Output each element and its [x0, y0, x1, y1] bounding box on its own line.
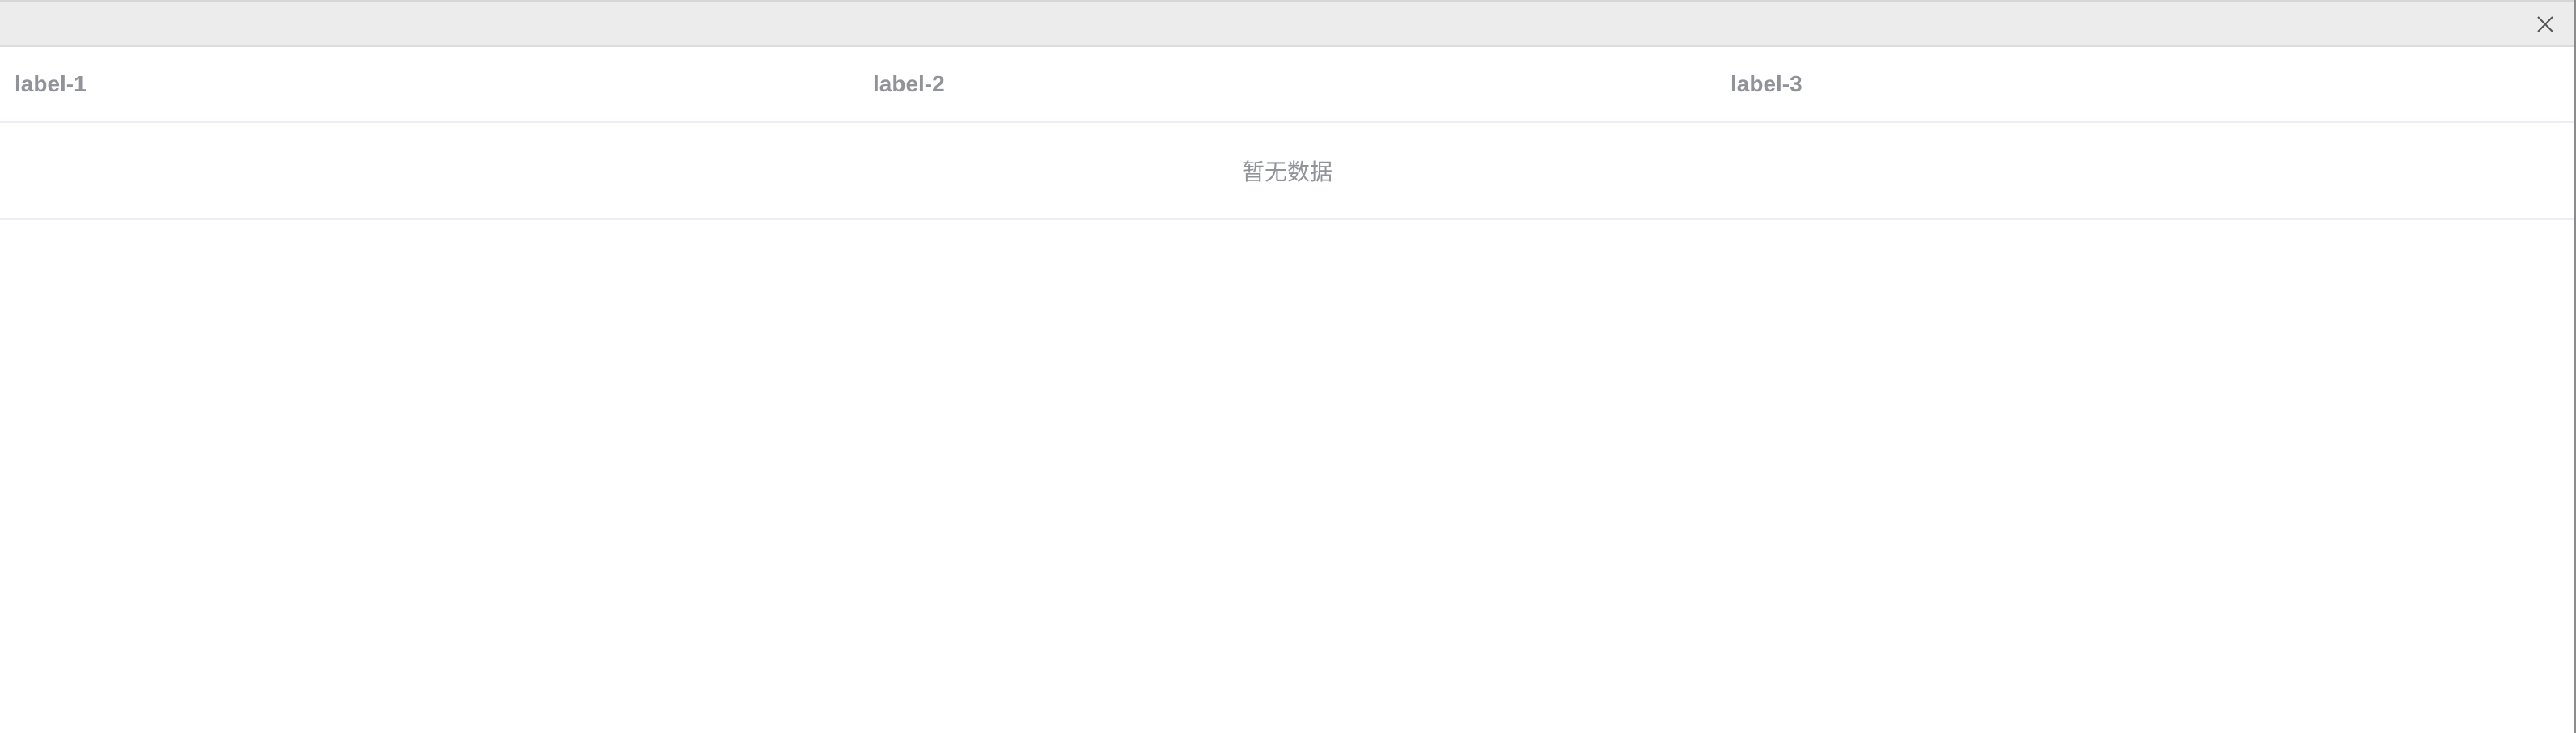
column-header-label-2[interactable]: label-2: [873, 47, 945, 121]
table-header: label-1 label-2 label-3: [0, 47, 2574, 123]
dialog-window: label-1 label-2 label-3 暂无数据: [0, 0, 2576, 733]
table-empty-row: 暂无数据: [0, 123, 2574, 220]
dialog-title-bar: [0, 0, 2574, 47]
column-header-label-1[interactable]: label-1: [15, 47, 87, 121]
empty-state-text: 暂无数据: [1241, 159, 1332, 185]
close-button[interactable]: [2529, 8, 2561, 40]
data-table: label-1 label-2 label-3 暂无数据: [0, 47, 2574, 220]
close-icon: [2537, 16, 2553, 32]
column-header-label-3[interactable]: label-3: [1731, 47, 1803, 121]
